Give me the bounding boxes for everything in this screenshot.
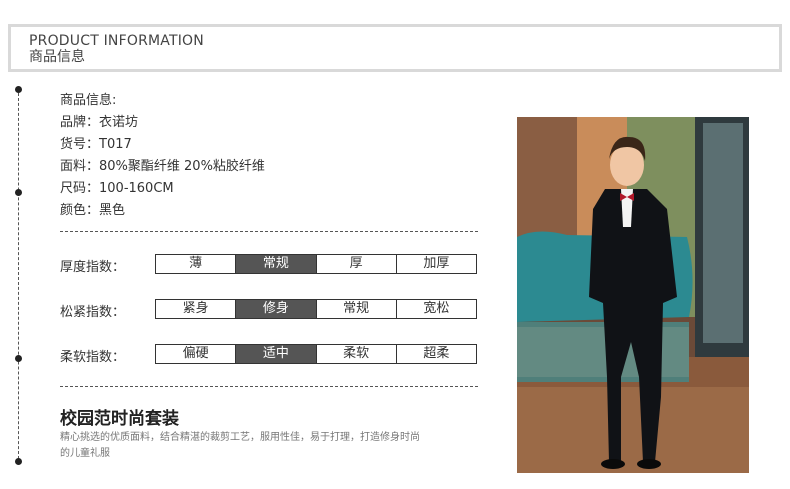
info-size: 尺码：100-160CM (60, 181, 174, 196)
timeline-line (18, 88, 19, 464)
index-label: 松紧指数： (60, 305, 126, 320)
timeline-dot (15, 86, 22, 93)
divider (60, 231, 478, 232)
index-option: 紧身 (156, 300, 237, 318)
index-option: 宽松 (396, 300, 476, 318)
info-sku: 货号：T017 (60, 137, 132, 152)
timeline-dot (15, 458, 22, 465)
tagline-title: 校园范时尚套装 (60, 409, 179, 429)
info-fabric: 面料：80%聚酯纤维 20%粘胶纤维 (60, 159, 265, 174)
info-color: 颜色：黑色 (60, 203, 126, 218)
index-label: 柔软指数： (60, 350, 126, 365)
header-band: PRODUCT INFORMATION 商品信息 (8, 24, 782, 72)
index-scale: 薄 常规 厚 加厚 (155, 254, 477, 274)
timeline-dot (15, 355, 22, 362)
index-option: 偏硬 (156, 345, 237, 363)
index-label: 厚度指数： (60, 260, 126, 275)
index-option: 修身 (236, 300, 317, 318)
header-title-en: PRODUCT INFORMATION (29, 33, 204, 49)
tagline-description: 精心挑选的优质面料，结合精湛的裁剪工艺，服用性佳，易于打理，打造修身时尚的儿童礼… (60, 432, 420, 459)
index-option: 适中 (236, 345, 317, 363)
index-scale: 偏硬 适中 柔软 超柔 (155, 344, 477, 364)
index-scale: 紧身 修身 常规 宽松 (155, 299, 477, 319)
index-option: 加厚 (396, 255, 476, 273)
index-option: 厚 (316, 255, 397, 273)
header-inner: PRODUCT INFORMATION 商品信息 (11, 27, 779, 69)
product-info: 商品信息: 品牌：衣诺坊 货号：T017 面料：80%聚酯纤维 20%粘胶纤维 … (60, 90, 265, 222)
info-brand: 品牌：衣诺坊 (60, 115, 139, 130)
info-heading: 商品信息: (60, 93, 117, 108)
product-photo (517, 117, 749, 473)
index-option: 柔软 (316, 345, 397, 363)
boy-in-suit-illustration (517, 117, 749, 473)
divider (60, 386, 478, 387)
header-title-cn: 商品信息 (29, 49, 85, 65)
index-option: 常规 (316, 300, 397, 318)
index-option: 超柔 (396, 345, 476, 363)
index-option: 常规 (236, 255, 317, 273)
index-option: 薄 (156, 255, 237, 273)
timeline-dot (15, 189, 22, 196)
